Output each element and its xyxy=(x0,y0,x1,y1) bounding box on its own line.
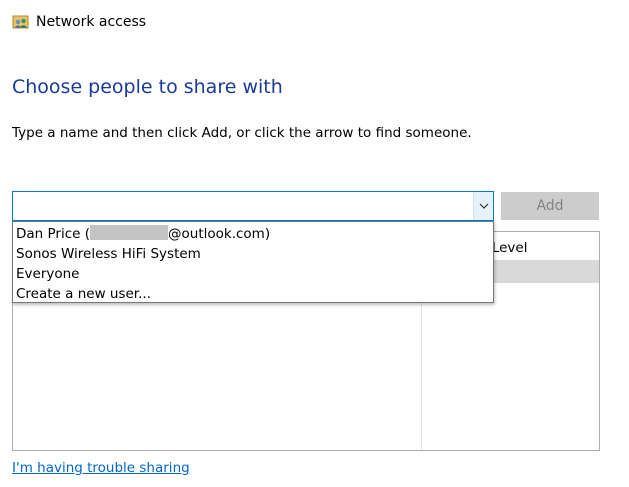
dropdown-item-sonos[interactable]: Sonos Wireless HiFi System xyxy=(13,244,493,264)
network-people-icon xyxy=(12,14,29,31)
chevron-down-icon[interactable] xyxy=(473,192,493,220)
title-bar: Network access xyxy=(0,0,629,44)
name-input[interactable] xyxy=(13,192,473,220)
redacted-email xyxy=(90,225,169,240)
page-heading: Choose people to share with xyxy=(12,76,283,98)
instruction-text: Type a name and then click Add, or click… xyxy=(12,125,472,141)
name-dropdown-list: Dan Price ( @outlook.com) Sonos Wireless … xyxy=(12,221,494,303)
dropdown-item-everyone[interactable]: Everyone xyxy=(13,264,493,284)
name-combobox[interactable] xyxy=(12,191,494,221)
window-title: Network access xyxy=(36,14,147,30)
trouble-sharing-link[interactable]: I'm having trouble sharing xyxy=(12,460,190,476)
dropdown-item-prefix: Dan Price ( xyxy=(16,226,91,242)
dropdown-item-suffix: @outlook.com) xyxy=(168,226,271,242)
dropdown-item-create-user[interactable]: Create a new user... xyxy=(13,284,493,304)
add-button[interactable]: Add xyxy=(501,192,599,220)
dropdown-item-dan-price[interactable]: Dan Price ( @outlook.com) xyxy=(13,224,493,244)
